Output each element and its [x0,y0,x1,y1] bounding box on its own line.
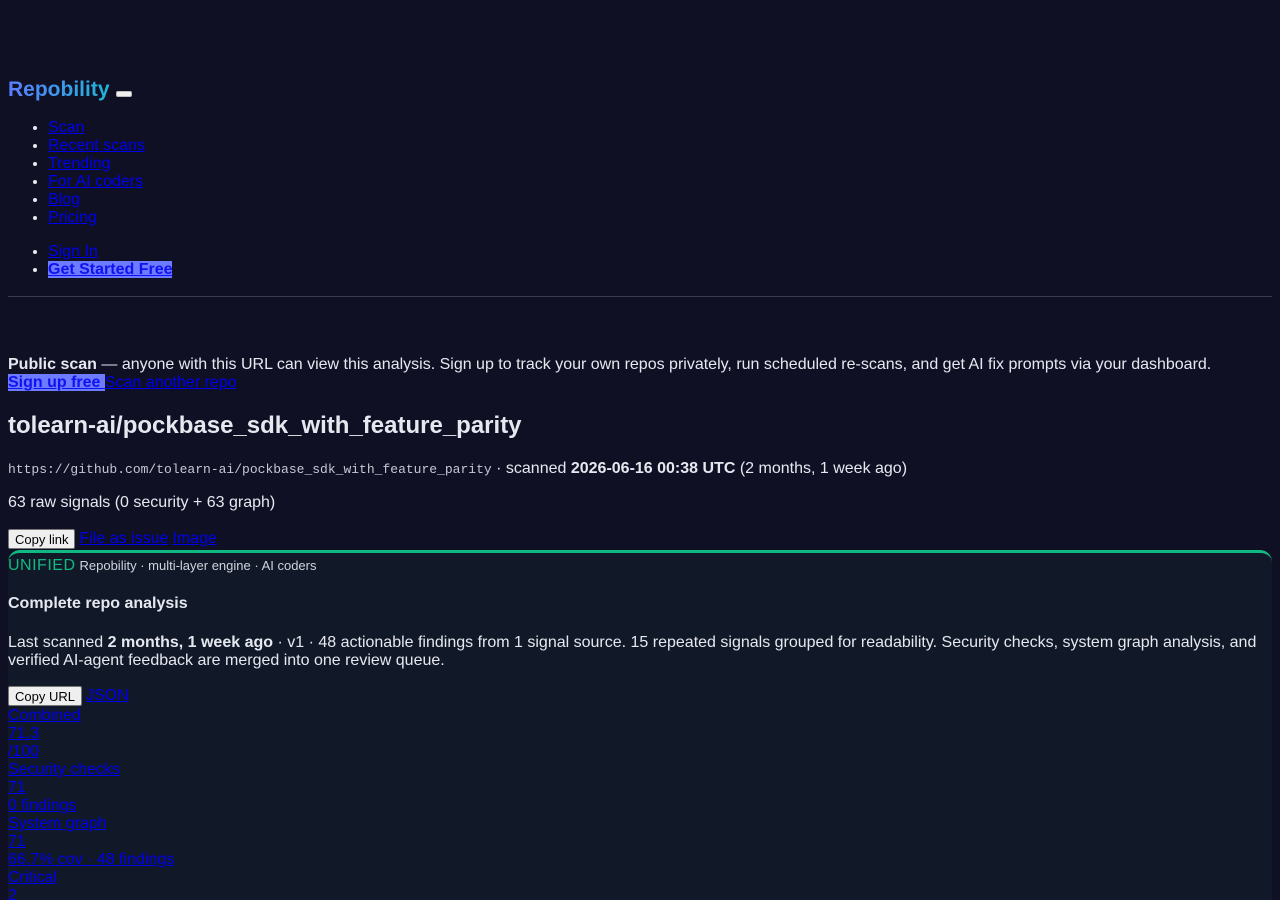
desc-scanned-ago: 2 months, 1 week ago [107,634,274,651]
scanned-prefix: · scanned [491,460,571,477]
notice-heading: Public scan [8,356,97,373]
copy-link-button[interactable]: Copy link [8,529,76,549]
nav-link-blog[interactable]: Blog [48,191,80,208]
menu-toggle-button[interactable] [115,91,132,97]
repo-title: tolearn-ai/pockbase_sdk_with_feature_par… [8,412,522,439]
nav-link-ai-coders[interactable]: For AI coders [48,173,143,190]
unified-badge: UNIFIED [8,557,76,574]
nav-item-scan: Scan [48,119,145,137]
nav-item-recent-scans: Recent scans [48,137,145,155]
nav-item-pricing: Pricing [48,209,145,227]
raw-signals-count: 63 raw signals (0 security + 63 graph) [8,494,276,511]
main-nav: Scan Recent scans Trending For AI coders… [8,119,145,227]
card-title: Complete repo analysis [8,595,188,612]
unified-analysis-card: UNIFIED Repobility · multi-layer engine … [8,550,1272,900]
desc-prefix: Last scanned [8,634,108,651]
get-started-button[interactable]: Get Started Free [48,261,173,278]
card-description: Last scanned 2 months, 1 week ago · v1 ·… [8,634,1268,670]
header-brand: Repobility [8,78,132,102]
nav-item-blog: Blog [48,191,145,209]
nav-item-trending: Trending [48,155,145,173]
scanned-ago: (2 months, 1 week ago) [735,460,908,477]
image-link[interactable]: Image [172,530,216,548]
header-divider [8,296,1272,297]
metric-security-detail[interactable]: 0 findings [8,797,174,815]
notice-text: — anyone with this URL can view this ana… [96,356,1212,373]
metric-security-label[interactable]: Security checks [8,761,174,779]
public-scan-notice: Public scan — anyone with this URL can v… [8,356,1272,374]
nav-link-pricing[interactable]: Pricing [48,209,97,226]
nav-link-trending[interactable]: Trending [48,155,111,172]
metric-security-value[interactable]: 71 [8,779,174,797]
metric-graph-label[interactable]: System graph [8,815,174,833]
scan-another-repo-link[interactable]: Scan another repo [105,374,237,391]
nav-link-recent-scans[interactable]: Recent scans [48,137,145,154]
scanned-timestamp: 2026-06-16 00:38 UTC [570,460,736,477]
json-link[interactable]: JSON [86,687,129,705]
metric-combined-max[interactable]: /100 [8,743,174,761]
card-subtitle: Repobility · multi-layer engine · AI cod… [79,558,317,573]
notice-links: Sign up free Scan another repo [8,374,237,392]
metric-combined-label[interactable]: Combined [8,707,174,725]
nav-item-sign-in: Sign In [48,243,172,261]
repo-meta: https://github.com/tolearn-ai/pockbase_s… [8,460,907,479]
nav-item-ai-coders: For AI coders [48,173,145,191]
nav-link-scan[interactable]: Scan [48,119,84,136]
metric-combined-value[interactable]: 71.3 [8,725,174,743]
card-header: UNIFIED Repobility · multi-layer engine … [8,557,317,575]
metric-critical-label[interactable]: Critical [8,869,174,887]
sign-up-free-link[interactable]: Sign up free [8,374,105,391]
metric-graph-detail[interactable]: 66.7% cov · 48 findings [8,851,174,869]
card-actions: Copy URL JSON [8,686,129,706]
metric-critical-value[interactable]: 2 [8,887,174,900]
sign-in-link[interactable]: Sign In [48,243,98,260]
logo[interactable]: Repobility [8,78,110,102]
repo-url: https://github.com/tolearn-ai/pockbase_s… [8,462,492,477]
repo-actions: Copy link File as issue Image [8,529,217,549]
auth-nav: Sign In Get Started Free [8,243,173,279]
file-as-issue-link[interactable]: File as issue [79,530,168,548]
metrics-list: Combined 71.3 /100 Security checks 71 0 … [8,707,174,900]
copy-url-button[interactable]: Copy URL [8,686,82,706]
nav-item-get-started: Get Started Free [48,261,173,279]
metric-graph-value[interactable]: 71 [8,833,174,851]
